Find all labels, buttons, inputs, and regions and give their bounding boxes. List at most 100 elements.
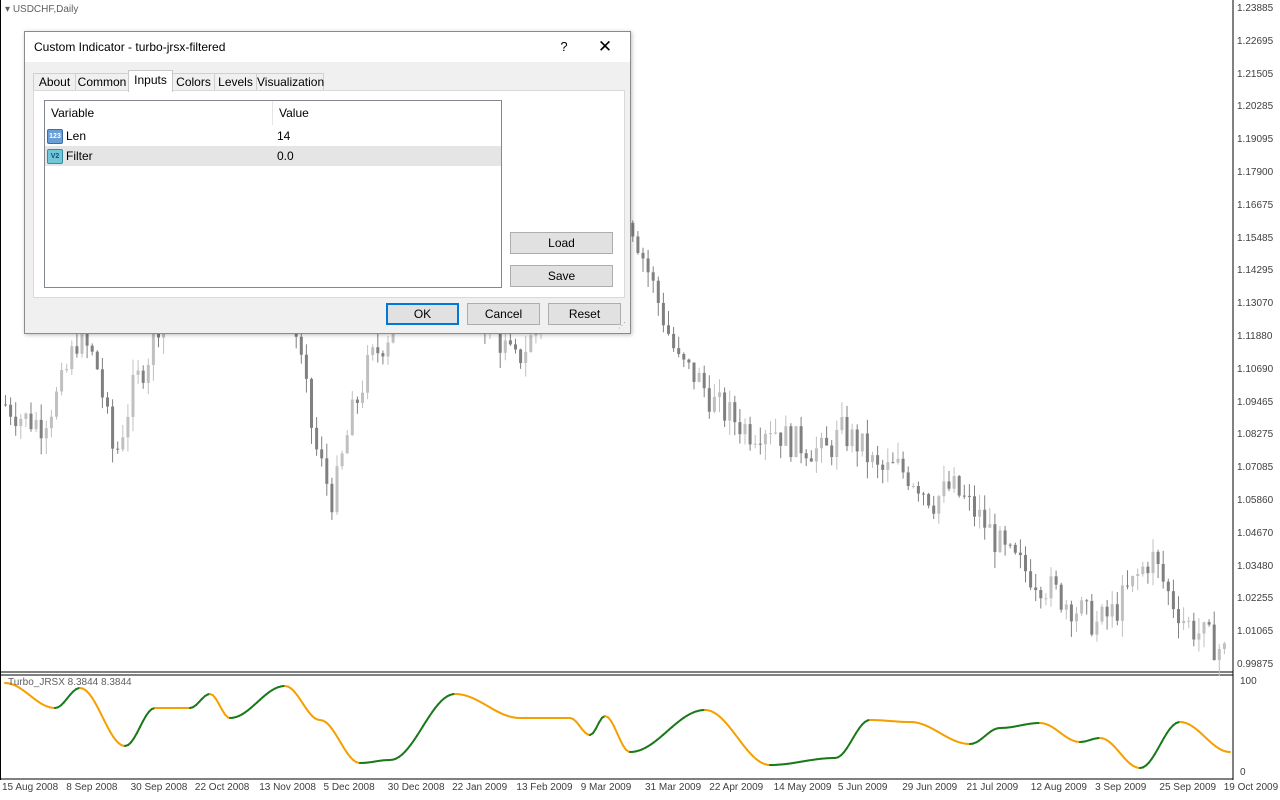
date-tick-label: 9 Mar 2009 [580,782,632,793]
candle-body [335,466,339,513]
param-value[interactable]: 0.0 [277,146,294,166]
candle-body [141,370,145,383]
candle-body [978,509,982,517]
candle-body [1054,576,1058,585]
candle-body [830,445,834,457]
candle-body [677,348,681,355]
candle-body [1217,648,1221,661]
candle-body [4,404,7,406]
candle-body [998,530,1002,553]
candle-body [65,369,69,371]
candle-body [9,404,13,417]
param-row-len[interactable]: 123 Len 14 [45,126,501,146]
candle-body [131,374,135,417]
candle-body [1131,575,1135,587]
candle-body [1197,633,1201,640]
candle-body [763,433,767,445]
candle-body [799,426,803,454]
tab-inputs[interactable]: Inputs [128,70,173,92]
price-tick-label: 1.21505 [1237,68,1274,80]
tab-about[interactable]: About [33,73,76,91]
candle-body [39,419,43,439]
candle-body [345,435,349,454]
price-tick-label: 1.05860 [1237,495,1274,506]
candle-body [672,333,676,349]
candle-body [692,362,696,382]
candle-body [809,458,813,462]
candle-body [687,359,691,363]
tab-common[interactable]: Common [75,73,129,91]
help-button[interactable]: ? [553,36,575,58]
date-tick-label: 29 Jun 2009 [902,782,958,793]
candle-body [891,462,895,464]
candle-body [707,388,711,412]
candle-body [310,378,313,428]
candle-body [779,432,783,446]
candle-body [1024,555,1027,572]
candle-body [1034,587,1038,591]
tab-visualization[interactable]: Visualization [256,73,324,91]
candle-body [519,349,523,364]
candle-body [1177,609,1180,624]
candle-body [1064,604,1068,610]
candle-body [855,429,859,452]
candle-body [1069,604,1073,622]
candle-body [111,406,115,449]
date-tick-label: 12 Aug 2009 [1030,782,1087,793]
candle-body [1029,571,1033,588]
column-header-variable[interactable]: Variable [45,101,271,125]
close-button[interactable]: ✕ [593,36,617,58]
candle-body [973,496,976,517]
param-row-filter[interactable]: V2 Filter 0.0 [45,146,501,166]
candle-body [1222,643,1226,649]
candle-body [656,280,660,303]
resize-grip-icon[interactable]: ⋰ [618,321,628,331]
candle-body [1171,591,1175,610]
inputs-grid: Variable Value 123 Len 14 V2 Filter 0.0 [44,100,502,288]
candle-body [304,354,308,379]
candle-body [758,443,762,445]
candle-body [988,524,992,528]
dialog-titlebar[interactable]: Custom Indicator - turbo-jrsx-filtered ?… [25,32,630,62]
candle-body [320,449,324,459]
candle-body [1075,613,1078,622]
candle-body [697,372,701,382]
candle-body [340,453,344,467]
param-value[interactable]: 14 [277,126,290,146]
candle-body [1161,563,1165,582]
candle-body [646,258,650,273]
candle-body [631,222,635,237]
candle-body [835,430,839,457]
candle-body [916,486,920,494]
candle-body [871,455,874,463]
chart-menu-arrow-icon[interactable]: ▾ [5,4,10,15]
candle-body [952,476,956,489]
candle-body [743,424,747,435]
save-button[interactable]: Save [510,265,613,287]
candle-body [95,351,99,370]
load-button[interactable]: Load [510,232,613,254]
reset-button[interactable]: Reset [548,303,621,325]
ok-button[interactable]: OK [386,303,459,325]
cancel-button[interactable]: Cancel [467,303,540,325]
date-tick-label: 22 Oct 2008 [194,782,250,793]
candle-body [330,483,334,513]
date-tick-label: 25 Sep 2009 [1159,782,1217,793]
price-tick-label: 1.07085 [1237,462,1274,474]
candle-body [932,505,936,514]
tab-colors[interactable]: Colors [172,73,215,91]
tab-levels[interactable]: Levels [214,73,257,91]
candle-body [876,455,880,465]
candle-body [1146,566,1150,574]
candle-body [315,427,319,450]
oscillator-segment [616,731,621,741]
candle-body [44,428,48,439]
candle-body [993,524,997,553]
candle-body [1115,604,1119,621]
candle-body [90,345,94,352]
candle-body [371,347,375,356]
candle-body [116,448,120,450]
candle-body [962,495,966,497]
column-header-value[interactable]: Value [273,101,499,125]
candle-body [804,453,808,459]
